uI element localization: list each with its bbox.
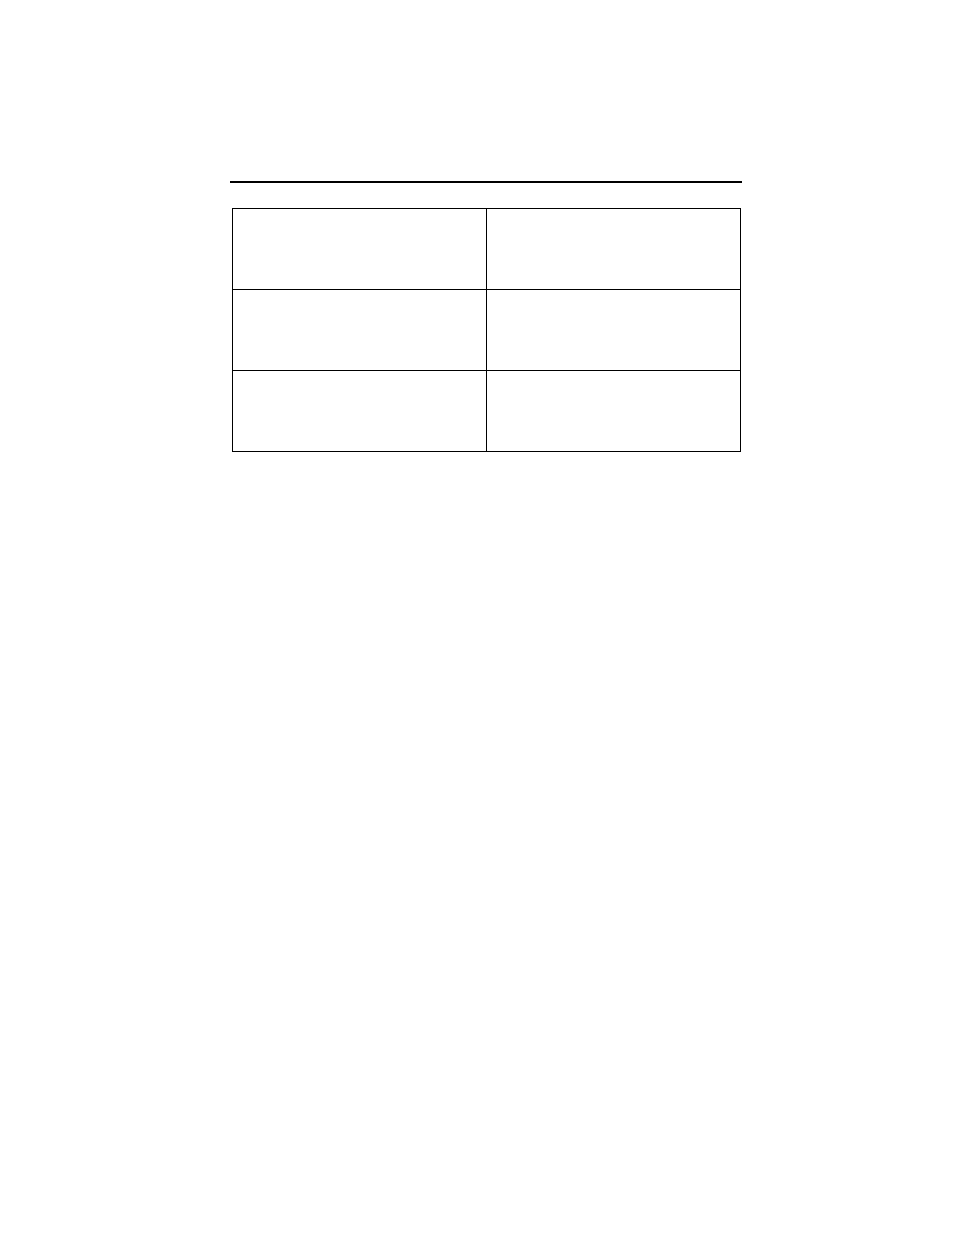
table-cell [487,209,741,290]
table-cell [233,290,487,371]
table-cell [233,371,487,452]
table-row [233,290,741,371]
table-cell [487,290,741,371]
table-cell [233,209,487,290]
table-row [233,371,741,452]
horizontal-rule [230,181,742,183]
empty-table [232,208,741,452]
table-cell [487,371,741,452]
table-row [233,209,741,290]
